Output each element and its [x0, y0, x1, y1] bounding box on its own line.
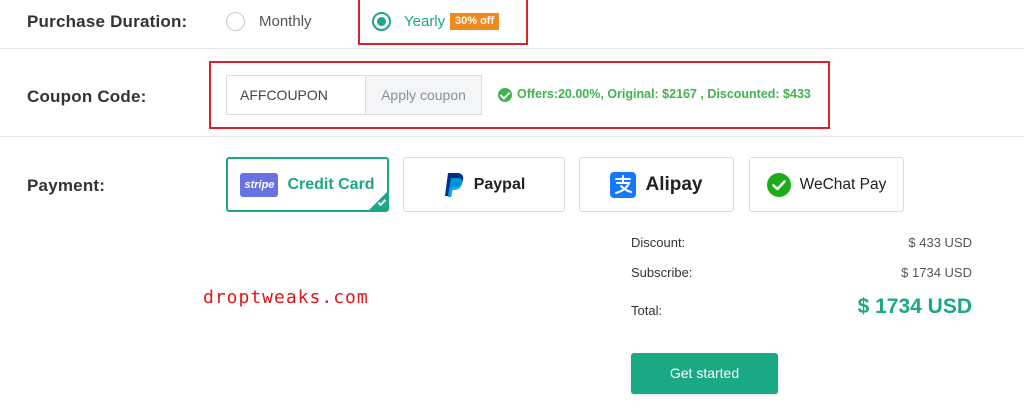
watermark-text: droptweaks.com: [203, 287, 369, 308]
payment-credit-card[interactable]: stripe Credit Card: [226, 157, 389, 212]
total-value: $ 1734 USD: [857, 295, 972, 318]
payment-alipay[interactable]: Alipay: [579, 157, 734, 212]
wechat-label: WeChat Pay: [799, 175, 887, 193]
payment-label: Payment:: [27, 176, 106, 195]
payment-paypal[interactable]: Paypal: [403, 157, 565, 212]
divider-2: [0, 136, 1024, 137]
paypal-icon: [444, 172, 463, 197]
alipay-label: Alipay: [645, 173, 703, 195]
payment-wechat[interactable]: WeChat Pay: [749, 157, 904, 212]
yearly-option-label[interactable]: Yearly: [404, 13, 445, 30]
monthly-radio[interactable]: [226, 12, 245, 31]
alipay-icon: [610, 171, 637, 198]
yearly-radio[interactable]: [372, 12, 391, 31]
wechat-icon: [766, 172, 791, 197]
total-label: Total:: [631, 303, 663, 318]
subscribe-value: $ 1734 USD: [901, 265, 972, 280]
discount-value: $ 433 USD: [908, 235, 972, 250]
coupon-code-label: Coupon Code:: [27, 87, 147, 106]
discount-badge: 30% off: [450, 13, 500, 30]
offer-summary: Offers:20.00%, Original: $2167 , Discoun…: [517, 87, 811, 101]
subscribe-label: Subscribe:: [631, 265, 693, 280]
divider-1: [0, 48, 1024, 49]
paypal-label: Paypal: [473, 175, 526, 193]
monthly-option-label[interactable]: Monthly: [259, 13, 312, 30]
credit-card-label: Credit Card: [287, 175, 375, 193]
check-circle-icon: [498, 88, 512, 102]
apply-coupon-button[interactable]: Apply coupon: [365, 75, 482, 115]
coupon-input[interactable]: AFFCOUPON: [226, 75, 366, 115]
get-started-button[interactable]: Get started: [631, 353, 778, 394]
stripe-logo-icon: stripe: [240, 172, 279, 197]
discount-label: Discount:: [631, 235, 686, 250]
purchase-duration-label: Purchase Duration:: [27, 12, 188, 31]
